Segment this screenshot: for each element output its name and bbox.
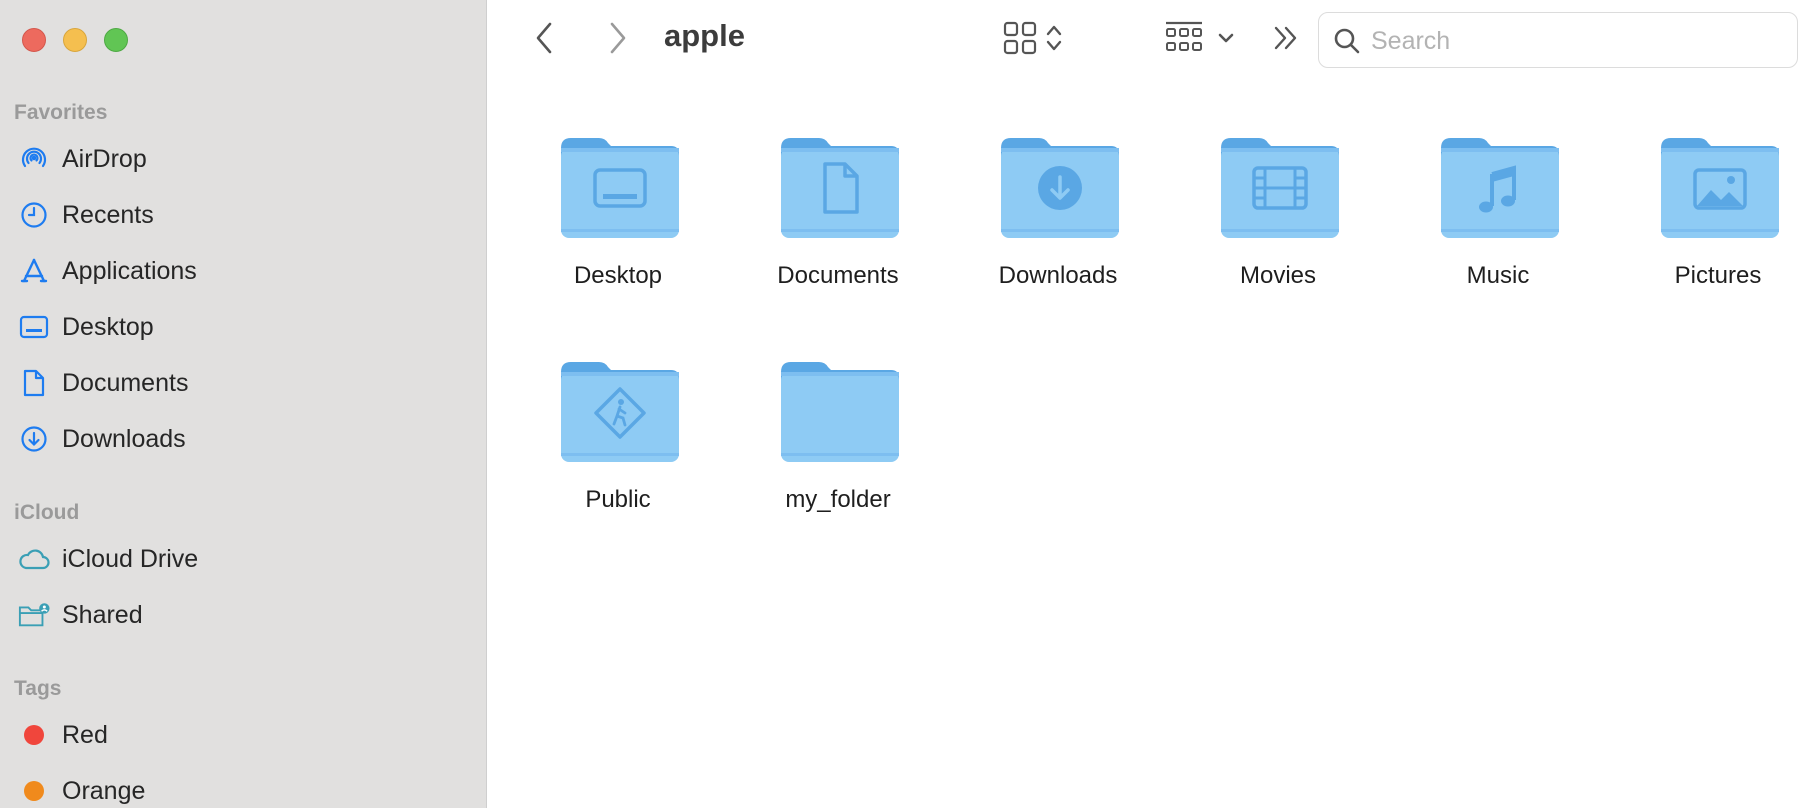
icon-grid-icon <box>1003 21 1037 60</box>
folder-name: Public <box>585 486 651 513</box>
search-icon <box>1333 27 1361 60</box>
chevron-down-icon <box>1217 31 1235 49</box>
chevron-left-icon <box>534 21 554 60</box>
downloads-folder-icon <box>999 134 1121 240</box>
sidebar-item-label: Red <box>62 720 108 749</box>
window-controls <box>22 28 128 52</box>
sidebar-item-downloads[interactable]: Downloads <box>0 415 486 463</box>
sidebar-item-tag-red[interactable]: Red <box>0 711 486 759</box>
folder-name: Documents <box>777 262 899 289</box>
sidebar-item-label: AirDrop <box>62 144 147 173</box>
folder-downloads[interactable]: Downloads <box>963 134 1153 324</box>
sidebar-item-label: Shared <box>62 600 143 629</box>
desktop-folder-icon <box>559 134 681 240</box>
sidebar-item-label: Orange <box>62 776 146 805</box>
icloud-section-title: iCloud <box>14 501 80 524</box>
sidebar-item-recents[interactable]: Recents <box>0 191 486 239</box>
sidebar-item-label: Downloads <box>62 424 186 453</box>
folder-music[interactable]: Music <box>1403 134 1593 324</box>
cloud-icon <box>18 543 50 575</box>
folder-name: Pictures <box>1674 262 1762 289</box>
document-icon <box>18 367 50 399</box>
sidebar: Favorites AirDrop Recents Applications D… <box>0 0 487 808</box>
up-down-chevron-icon <box>1045 23 1063 58</box>
close-window-button[interactable] <box>22 28 46 52</box>
forward-button[interactable] <box>598 20 638 60</box>
sidebar-item-shared[interactable]: Shared <box>0 591 486 639</box>
public-folder-icon <box>559 358 681 464</box>
desktop-icon <box>18 311 50 343</box>
minimize-window-button[interactable] <box>63 28 87 52</box>
tags-section-title: Tags <box>14 677 62 700</box>
group-grid-icon <box>1165 20 1203 61</box>
search-input[interactable] <box>1371 21 1771 61</box>
favorites-section-title: Favorites <box>14 101 108 124</box>
sidebar-item-label: Desktop <box>62 312 154 341</box>
movies-folder-icon <box>1219 134 1341 240</box>
sidebar-item-desktop[interactable]: Desktop <box>0 303 486 351</box>
clock-icon <box>18 199 50 231</box>
folder-name: my_folder <box>785 486 891 513</box>
sidebar-item-tag-orange[interactable]: Orange <box>0 767 486 808</box>
airdrop-icon <box>18 143 50 175</box>
red-tag-icon <box>18 719 50 751</box>
music-folder-icon <box>1439 134 1561 240</box>
double-chevron-right-icon <box>1272 25 1300 56</box>
more-toolbar-button[interactable] <box>1272 18 1300 62</box>
zoom-window-button[interactable] <box>104 28 128 52</box>
folder-name: Movies <box>1239 262 1317 289</box>
folder-icon <box>779 358 901 464</box>
folder-name: Music <box>1466 262 1530 289</box>
window-title: apple <box>664 18 745 53</box>
pictures-folder-icon <box>1659 134 1781 240</box>
folder-name: Downloads <box>998 262 1118 289</box>
download-icon <box>18 423 50 455</box>
sidebar-item-airdrop[interactable]: AirDrop <box>0 135 486 183</box>
view-mode-button[interactable] <box>1003 18 1063 62</box>
folder-my-folder[interactable]: my_folder <box>743 358 933 548</box>
documents-folder-icon <box>779 134 901 240</box>
folder-movies[interactable]: Movies <box>1183 134 1373 324</box>
folder-documents[interactable]: Documents <box>743 134 933 324</box>
folder-desktop[interactable]: Desktop <box>523 134 713 324</box>
group-button[interactable] <box>1165 18 1235 62</box>
folder-public[interactable]: Public <box>523 358 713 548</box>
sidebar-item-label: Recents <box>62 200 154 229</box>
orange-tag-icon <box>18 775 50 807</box>
chevron-right-icon <box>608 21 628 60</box>
search-field[interactable] <box>1318 12 1798 68</box>
sidebar-item-icloud-drive[interactable]: iCloud Drive <box>0 535 486 583</box>
applications-icon <box>18 255 50 287</box>
shared-folder-icon <box>18 599 50 631</box>
sidebar-item-label: Documents <box>62 368 189 397</box>
sidebar-item-label: Applications <box>62 256 197 285</box>
folder-name: Desktop <box>573 262 663 289</box>
sidebar-item-applications[interactable]: Applications <box>0 247 486 295</box>
folder-pictures[interactable]: Pictures <box>1623 134 1813 324</box>
sidebar-item-documents[interactable]: Documents <box>0 359 486 407</box>
back-button[interactable] <box>524 20 564 60</box>
sidebar-item-label: iCloud Drive <box>62 544 199 573</box>
